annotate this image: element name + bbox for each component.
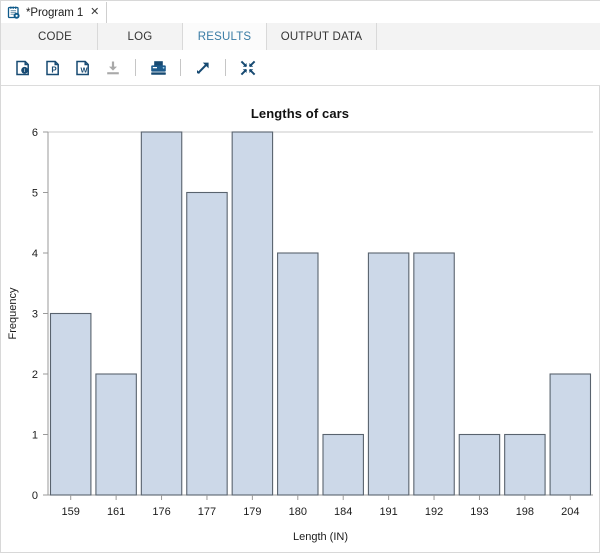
- y-axis-tick-label: 5: [32, 188, 38, 200]
- toolbar-separator-1: [135, 59, 136, 76]
- toolbar-separator-2: [180, 59, 181, 76]
- tab-strip-left-pad: [1, 23, 13, 50]
- tab-strip-filler: [377, 23, 600, 50]
- close-icon[interactable]: ✕: [90, 7, 99, 18]
- export-pdf-icon[interactable]: P: [39, 55, 67, 81]
- toolbar-separator-3: [225, 59, 226, 76]
- histogram-bar[interactable]: [231, 131, 274, 496]
- y-axis-tick-label: 0: [32, 490, 38, 502]
- histogram-bar[interactable]: [504, 433, 546, 496]
- y-axis-tick-label: 3: [32, 309, 38, 321]
- sas-program-icon: [7, 6, 21, 20]
- x-axis-tick-label: 176: [152, 506, 170, 518]
- program-tab-label: *Program 1: [26, 6, 84, 19]
- histogram-bar[interactable]: [322, 433, 364, 496]
- x-axis-tick-label: 192: [425, 506, 443, 518]
- histogram-bar[interactable]: [49, 312, 92, 496]
- x-axis-tick-label: 193: [470, 506, 488, 518]
- x-axis-tick-label: 191: [379, 506, 397, 518]
- x-axis-tick-label: 180: [289, 506, 307, 518]
- collapse-icon[interactable]: [234, 55, 262, 81]
- y-axis-tick-label: 6: [32, 127, 38, 139]
- export-word-icon[interactable]: W: [69, 55, 97, 81]
- histogram-bar[interactable]: [140, 131, 183, 496]
- histogram-chart: 0 1 2 3 4 5 6 Frequency 159 161 176 177 179 180 184 191…: [7, 127, 593, 543]
- x-axis-tick-label: 179: [243, 506, 261, 518]
- y-axis-tick-label: 2: [32, 369, 38, 381]
- histogram-bar[interactable]: [458, 433, 501, 496]
- open-new-window-icon[interactable]: [189, 55, 217, 81]
- y-axis-tick-label: 1: [32, 430, 38, 442]
- histogram-bar[interactable]: [367, 252, 410, 496]
- view-tab-bar: CODE LOG RESULTS OUTPUT DATA: [1, 23, 600, 51]
- svg-text:i: i: [24, 68, 25, 74]
- x-axis-tick-label: 184: [334, 506, 352, 518]
- tab-output-data[interactable]: OUTPUT DATA: [267, 23, 377, 50]
- print-icon[interactable]: [144, 55, 172, 81]
- svg-text:P: P: [51, 65, 57, 74]
- svg-text:W: W: [81, 65, 88, 74]
- x-axis-tick-label: 198: [516, 506, 534, 518]
- sas-studio-window: *Program 1 ✕ CODE LOG RESULTS OUTPUT DAT…: [0, 0, 600, 553]
- histogram-bar[interactable]: [277, 252, 319, 496]
- x-axis-tick-label: 177: [198, 506, 216, 518]
- download-icon: [99, 55, 127, 81]
- histogram-bar[interactable]: [413, 252, 455, 496]
- histogram-bar[interactable]: [549, 373, 592, 496]
- y-axis-title: Frequency: [7, 287, 19, 339]
- x-axis-tick-label: 161: [107, 506, 125, 518]
- histogram-bar[interactable]: [186, 191, 228, 496]
- x-axis-title: Length (IN): [293, 531, 348, 543]
- histogram-bar[interactable]: [95, 373, 137, 496]
- tab-log[interactable]: LOG: [98, 23, 183, 50]
- x-axis-tick-label: 159: [62, 506, 80, 518]
- results-toolbar: i P W: [1, 50, 600, 86]
- tab-code[interactable]: CODE: [13, 23, 98, 50]
- window-tab-strip: *Program 1 ✕: [1, 1, 600, 24]
- program-tab[interactable]: *Program 1 ✕: [1, 2, 108, 24]
- export-html-icon[interactable]: i: [9, 55, 37, 81]
- results-pane: Lengths of cars 0 1 2 3 4 5 6 Frequency 159 161 17…: [1, 87, 599, 552]
- x-axis-tick-label: 204: [561, 506, 579, 518]
- y-axis-tick-label: 4: [32, 248, 38, 260]
- tab-results[interactable]: RESULTS: [183, 23, 267, 50]
